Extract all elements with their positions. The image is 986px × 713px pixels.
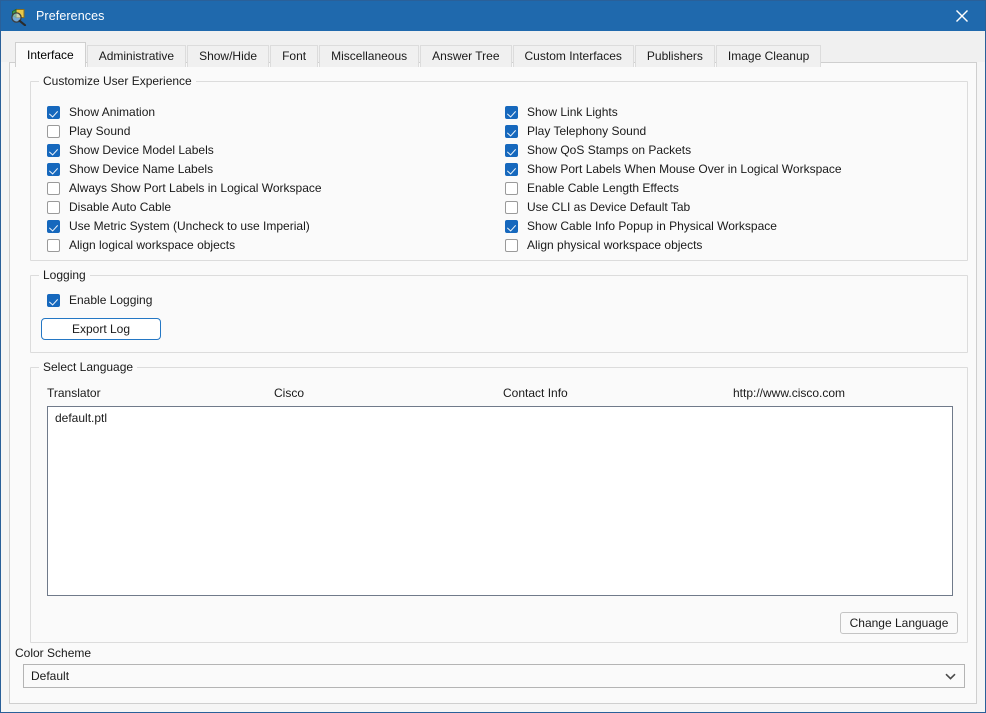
- checkbox-box[interactable]: [47, 201, 60, 214]
- checkbox-box[interactable]: [505, 220, 518, 233]
- checkbox-label: Show Link Lights: [527, 105, 618, 119]
- list-item[interactable]: default.ptl: [48, 407, 952, 425]
- checkbox-label: Show Device Model Labels: [69, 143, 214, 157]
- checkbox-label: Show QoS Stamps on Packets: [527, 143, 692, 157]
- checkbox-label: Enable Logging: [69, 293, 153, 307]
- checkbox-disable-auto-cable[interactable]: Disable Auto Cable: [47, 201, 171, 214]
- checkbox-label: Show Cable Info Popup in Physical Worksp…: [527, 219, 777, 233]
- checkbox-label: Disable Auto Cable: [69, 200, 172, 214]
- checkbox-box[interactable]: [505, 106, 518, 119]
- tab-label: Image Cleanup: [727, 49, 810, 63]
- checkbox-box[interactable]: [505, 125, 518, 138]
- tab-label: Miscellaneous: [331, 49, 408, 63]
- checkbox-box[interactable]: [47, 182, 60, 195]
- checkbox-label: Align physical workspace objects: [527, 238, 703, 252]
- language-header-translator: Translator: [47, 386, 101, 400]
- checkbox-label: Use Metric System (Uncheck to use Imperi…: [69, 219, 310, 233]
- close-icon[interactable]: [939, 1, 985, 31]
- interface-tab-page: Customize User Experience Show Animation…: [9, 62, 977, 704]
- checkbox-enable-logging[interactable]: Enable Logging: [47, 294, 152, 307]
- checkbox-box[interactable]: [505, 239, 518, 252]
- title-bar: Preferences: [1, 1, 985, 31]
- checkbox-align-physical-workspace-objects[interactable]: Align physical workspace objects: [505, 239, 702, 252]
- checkbox-play-telephony-sound[interactable]: Play Telephony Sound: [505, 125, 646, 138]
- tab-label: Administrative: [98, 49, 175, 63]
- checkbox-show-link-lights[interactable]: Show Link Lights: [505, 106, 618, 119]
- button-label: Export Log: [71, 322, 131, 336]
- button-label: Change Language: [849, 616, 949, 630]
- tab-label: Show/Hide: [199, 49, 258, 63]
- checkbox-label: Show Port Labels When Mouse Over in Logi…: [527, 162, 842, 176]
- tab-show-hide[interactable]: Show/Hide: [187, 45, 270, 67]
- checkbox-align-logical-workspace-objects[interactable]: Align logical workspace objects: [47, 239, 235, 252]
- checkbox-label: Use CLI as Device Default Tab: [527, 200, 691, 214]
- change-language-button[interactable]: Change Language: [840, 612, 958, 634]
- tab-label: Font: [282, 49, 307, 63]
- checkbox-box[interactable]: [47, 106, 60, 119]
- checkbox-box[interactable]: [505, 182, 518, 195]
- checkbox-label: Align logical workspace objects: [69, 238, 236, 252]
- checkbox-use-metric-system[interactable]: Use Metric System (Uncheck to use Imperi…: [47, 220, 310, 233]
- checkbox-enable-cable-length-effects[interactable]: Enable Cable Length Effects: [505, 182, 679, 195]
- checkbox-box[interactable]: [47, 144, 60, 157]
- tab-label: Interface: [27, 48, 74, 62]
- window-title: Preferences: [36, 9, 105, 23]
- checkbox-show-device-name-labels[interactable]: Show Device Name Labels: [47, 163, 213, 176]
- tab-interface[interactable]: Interface: [15, 42, 86, 67]
- checkbox-label: Play Sound: [69, 124, 131, 138]
- checkbox-label: Always Show Port Labels in Logical Works…: [69, 181, 322, 195]
- checkbox-show-animation[interactable]: Show Animation: [47, 106, 155, 119]
- checkbox-always-show-port-labels[interactable]: Always Show Port Labels in Logical Works…: [47, 182, 322, 195]
- color-scheme-label: Color Scheme: [15, 646, 92, 660]
- tab-font[interactable]: Font: [270, 45, 319, 67]
- group-title: Customize User Experience: [39, 74, 196, 88]
- checkbox-box[interactable]: [47, 125, 60, 138]
- checkbox-show-device-model-labels[interactable]: Show Device Model Labels: [47, 144, 214, 157]
- color-scheme-value: Default: [31, 669, 70, 683]
- preferences-window: Preferences Interface Administrative Sho…: [0, 0, 986, 713]
- group-title: Select Language: [39, 360, 138, 374]
- checkbox-label: Show Animation: [69, 105, 156, 119]
- tab-answer-tree[interactable]: Answer Tree: [420, 45, 512, 67]
- tab-publishers[interactable]: Publishers: [634, 45, 715, 67]
- language-header-cisco: Cisco: [274, 386, 305, 400]
- tab-label: Publishers: [646, 49, 703, 63]
- tab-custom-interfaces[interactable]: Custom Interfaces: [512, 45, 634, 67]
- translator-list[interactable]: default.ptl: [47, 406, 953, 596]
- tab-image-cleanup[interactable]: Image Cleanup: [715, 45, 822, 67]
- checkbox-box[interactable]: [47, 220, 60, 233]
- tab-administrative[interactable]: Administrative: [86, 45, 187, 67]
- select-language-group: Select Language Translator Cisco Contact…: [30, 360, 968, 643]
- checkbox-label: Play Telephony Sound: [527, 124, 647, 138]
- preferences-magnifier-icon: [9, 6, 29, 27]
- checkbox-use-cli-as-device-default-tab[interactable]: Use CLI as Device Default Tab: [505, 201, 690, 214]
- checkbox-box[interactable]: [47, 294, 60, 307]
- checkbox-show-qos-stamps-on-packets[interactable]: Show QoS Stamps on Packets: [505, 144, 691, 157]
- group-title: Logging: [39, 268, 90, 282]
- export-log-button[interactable]: Export Log: [41, 318, 161, 340]
- color-scheme-select[interactable]: Default: [23, 664, 965, 688]
- checkbox-label: Enable Cable Length Effects: [527, 181, 679, 195]
- checkbox-label: Show Device Name Labels: [69, 162, 214, 176]
- tab-label: Answer Tree: [432, 49, 500, 63]
- checkbox-play-sound[interactable]: Play Sound: [47, 125, 130, 138]
- checkbox-box[interactable]: [505, 201, 518, 214]
- tab-strip: Interface Administrative Show/Hide Font …: [15, 41, 985, 67]
- logging-group: Logging Enable Logging Export Log: [30, 268, 968, 353]
- checkbox-box[interactable]: [505, 144, 518, 157]
- checkbox-show-port-labels-mouse-over[interactable]: Show Port Labels When Mouse Over in Logi…: [505, 163, 842, 176]
- customize-user-experience-group: Customize User Experience Show Animation…: [30, 74, 968, 261]
- checkbox-box[interactable]: [505, 163, 518, 176]
- tab-miscellaneous[interactable]: Miscellaneous: [319, 45, 420, 67]
- tab-label: Custom Interfaces: [524, 49, 622, 63]
- language-header-cisco-url: http://www.cisco.com: [733, 386, 846, 400]
- chevron-down-icon[interactable]: [945, 669, 956, 683]
- checkbox-box[interactable]: [47, 239, 60, 252]
- checkbox-box[interactable]: [47, 163, 60, 176]
- checkbox-show-cable-info-popup[interactable]: Show Cable Info Popup in Physical Worksp…: [505, 220, 777, 233]
- language-header-contact-info: Contact Info: [503, 386, 568, 400]
- tab-strip-container: Interface Administrative Show/Hide Font …: [1, 31, 985, 67]
